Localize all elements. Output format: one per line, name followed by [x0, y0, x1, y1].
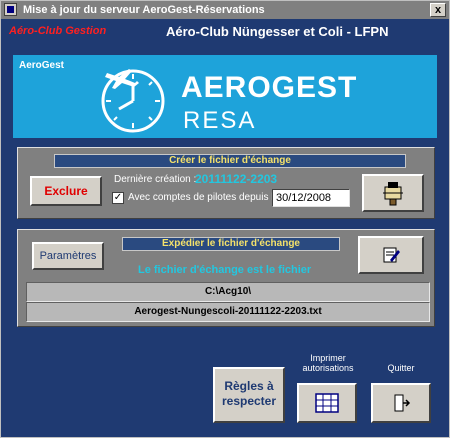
title-bar: Mise à jour du serveur AeroGest-Réservat… [1, 1, 449, 19]
rules-button[interactable]: Règles à respecter [213, 367, 285, 423]
quit-button[interactable] [371, 383, 431, 423]
create-file-panel: Créer le fichier d'échange Exclure Derni… [17, 147, 435, 219]
exit-door-icon [394, 394, 411, 412]
print-authorizations-button[interactable] [297, 383, 357, 423]
create-file-title: Créer le fichier d'échange [54, 154, 406, 168]
since-date-input[interactable]: 30/12/2008 [272, 189, 350, 207]
edit-document-icon [383, 247, 400, 263]
app-window: Mise à jour du serveur AeroGest-Réservat… [0, 0, 450, 438]
last-creation-value: 20111122-2203 [195, 172, 278, 186]
parameters-button[interactable]: Paramètres [32, 242, 104, 270]
close-button[interactable]: x [430, 3, 446, 17]
pilot-accounts-checkbox[interactable]: ✓ [112, 192, 124, 204]
aerogest-resa-logo: AEROGEST RESA [89, 57, 361, 137]
create-file-button[interactable] [362, 174, 424, 212]
send-file-button[interactable] [358, 236, 424, 274]
grid-table-icon [315, 393, 339, 413]
logo-resa-text: RESA [183, 107, 257, 134]
header-bar: Aéro-Club Gestion Aéro-Club Nüngesser et… [1, 19, 449, 45]
banner-label: AeroGest [19, 60, 65, 71]
logo-aerogest-text: AEROGEST [181, 71, 358, 104]
file-info-text: Le fichier d'échange est le fichier [138, 264, 312, 276]
window-title: Mise à jour du serveur AeroGest-Réservat… [23, 4, 265, 16]
create-tool-icon [383, 182, 403, 206]
filename-field: Aerogest-Nungescoli-20111122-2203.txt [26, 302, 430, 322]
app-form-icon[interactable] [4, 3, 17, 16]
print-authorizations-label: Imprimer autorisations [302, 353, 354, 373]
pilot-accounts-label: Avec comptes de pilotes depuis le : [128, 192, 285, 203]
clock-plane-icon [101, 69, 165, 133]
aerogest-banner: AeroGest AEROGEST RESA [13, 55, 437, 138]
path-field: C:\Acg10\ [26, 282, 430, 302]
club-gestion-label: Aéro-Club Gestion [9, 25, 107, 37]
site-title: Aéro-Club Nüngesser et Coli - LFPN [166, 24, 389, 39]
quit-label: Quitter [387, 363, 415, 373]
exclude-button[interactable]: Exclure [30, 176, 102, 206]
send-file-panel: Paramètres Expédier le fichier d'échange… [17, 229, 435, 327]
send-file-title: Expédier le fichier d'échange [122, 237, 340, 251]
checkmark-icon: ✓ [113, 192, 123, 203]
last-creation-label: Dernière création : [114, 174, 197, 185]
